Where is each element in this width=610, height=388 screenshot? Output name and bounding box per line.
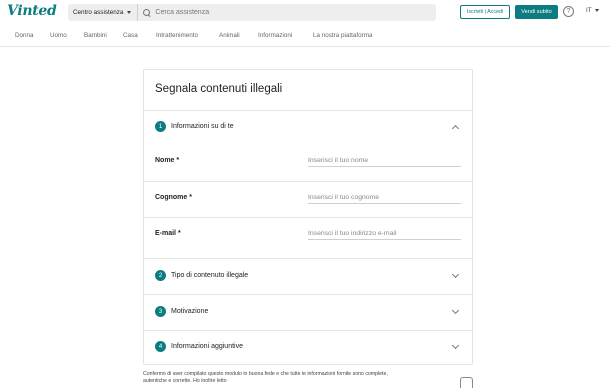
first-name-label: Nome * <box>155 157 180 164</box>
step-number-badge: 2 <box>155 270 166 281</box>
divider <box>144 217 472 218</box>
divider <box>144 181 472 182</box>
signup-login-button[interactable]: Iscriviti | Accedi <box>460 5 510 19</box>
chevron-down-icon[interactable] <box>451 270 460 279</box>
section-about-you-header[interactable]: 1 Informazioni su di te <box>155 121 234 132</box>
vinted-logo[interactable]: Vinted <box>7 3 57 19</box>
confirmation-checkbox[interactable] <box>460 377 473 388</box>
section-title: Tipo di contenuto illegale <box>171 272 249 279</box>
nav-item-uomo[interactable]: Uomo <box>50 32 67 39</box>
language-selector[interactable]: IT <box>586 7 599 14</box>
confirmation-line-1: Confermo di aver compilato questo modulo… <box>143 371 388 377</box>
section-motivation-header[interactable]: 3 Motivazione <box>155 306 208 317</box>
step-number-badge: 4 <box>155 341 166 352</box>
step-number-badge: 1 <box>155 121 166 132</box>
email-label: E-mail * <box>155 230 181 237</box>
search-category-label: Centro assistenza <box>73 9 124 16</box>
section-title: Motivazione <box>171 308 209 315</box>
nav-item-intrattenimento[interactable]: Intrattenimento <box>156 32 198 39</box>
nav-item-piattaforma[interactable]: La nostra piattaforma <box>313 32 373 39</box>
search-category-dropdown[interactable]: Centro assistenza <box>68 4 139 21</box>
section-title: Informazioni aggiuntive <box>171 343 243 350</box>
language-label: IT <box>586 7 592 14</box>
chevron-up-icon[interactable] <box>451 124 460 133</box>
help-icon[interactable]: ? <box>563 6 574 17</box>
sell-now-button[interactable]: Vendi subito <box>515 5 558 19</box>
category-nav: Donna Uomo Bambini Casa Intrattenimento … <box>0 26 610 47</box>
section-title: Informazioni su di te <box>171 123 234 130</box>
last-name-label: Cognome * <box>155 194 192 201</box>
first-name-field[interactable] <box>308 154 461 167</box>
search-input[interactable] <box>155 9 356 16</box>
chevron-down-icon[interactable] <box>451 341 460 350</box>
nav-item-bambini[interactable]: Bambini <box>84 32 107 39</box>
section-additional-info-header[interactable]: 4 Informazioni aggiuntive <box>155 341 243 352</box>
divider <box>144 258 472 259</box>
search-icon <box>143 8 151 17</box>
chevron-down-icon[interactable] <box>451 306 460 315</box>
top-header: Vinted Centro assistenza Iscriviti | Acc… <box>0 0 610 25</box>
confirmation-line-2: autentiche e corrette. Ho inoltre letto <box>143 378 227 384</box>
confirmation-text: Confermo di aver compilato questo modulo… <box>143 371 443 385</box>
divider <box>144 110 472 111</box>
report-form-card: Segnala contenuti illegali 1 Informazion… <box>143 69 473 365</box>
email-field[interactable] <box>308 227 461 240</box>
search-input-wrap <box>138 4 436 21</box>
nav-item-animali[interactable]: Animali <box>219 32 240 39</box>
nav-item-casa[interactable]: Casa <box>123 32 138 39</box>
nav-item-informazioni[interactable]: Informazioni <box>258 32 292 39</box>
nav-item-donna[interactable]: Donna <box>15 32 34 39</box>
search-bar: Centro assistenza <box>68 4 436 21</box>
page-title: Segnala contenuti illegali <box>155 83 283 95</box>
last-name-field[interactable] <box>308 191 461 204</box>
step-number-badge: 3 <box>155 306 166 317</box>
chevron-down-icon <box>594 9 599 12</box>
chevron-down-icon <box>127 11 132 14</box>
divider <box>144 294 472 295</box>
section-content-type-header[interactable]: 2 Tipo di contenuto illegale <box>155 270 248 281</box>
divider <box>144 330 472 331</box>
